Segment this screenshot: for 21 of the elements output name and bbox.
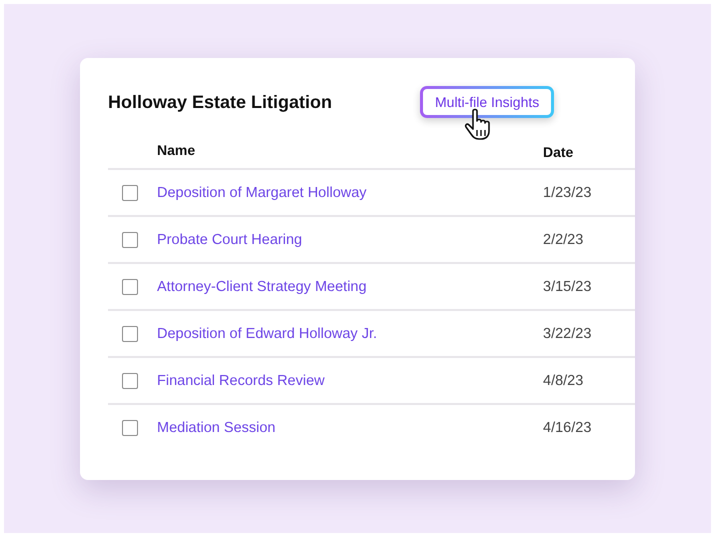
file-link[interactable]: Probate Court Hearing [157, 232, 302, 248]
row-checkbox[interactable] [122, 232, 138, 248]
row-checkbox[interactable] [122, 278, 138, 294]
row-checkbox[interactable] [122, 184, 138, 200]
date-cell: 3/15/23 [543, 278, 592, 294]
file-link[interactable]: Financial Records Review [157, 372, 325, 388]
row-checkbox[interactable] [122, 372, 138, 388]
date-cell: 1/23/23 [543, 184, 592, 200]
date-cell: 3/22/23 [543, 326, 592, 342]
file-link[interactable]: Deposition of Edward Holloway Jr. [157, 326, 378, 342]
date-cell: 4/16/23 [543, 420, 592, 436]
date-cell: 2/2/23 [543, 232, 584, 248]
column-header: Name [157, 142, 196, 158]
row-checkbox[interactable] [122, 326, 138, 342]
file-link[interactable]: Deposition of Margaret Holloway [157, 184, 367, 200]
column-header: Date [543, 144, 574, 160]
date-cell: 4/8/23 [543, 372, 584, 388]
row-checkbox[interactable] [122, 420, 138, 436]
file-link[interactable]: Mediation Session [157, 420, 276, 436]
file-link[interactable]: Attorney-Client Strategy Meeting [157, 278, 367, 294]
case-title: Holloway Estate Litigation [108, 92, 334, 112]
